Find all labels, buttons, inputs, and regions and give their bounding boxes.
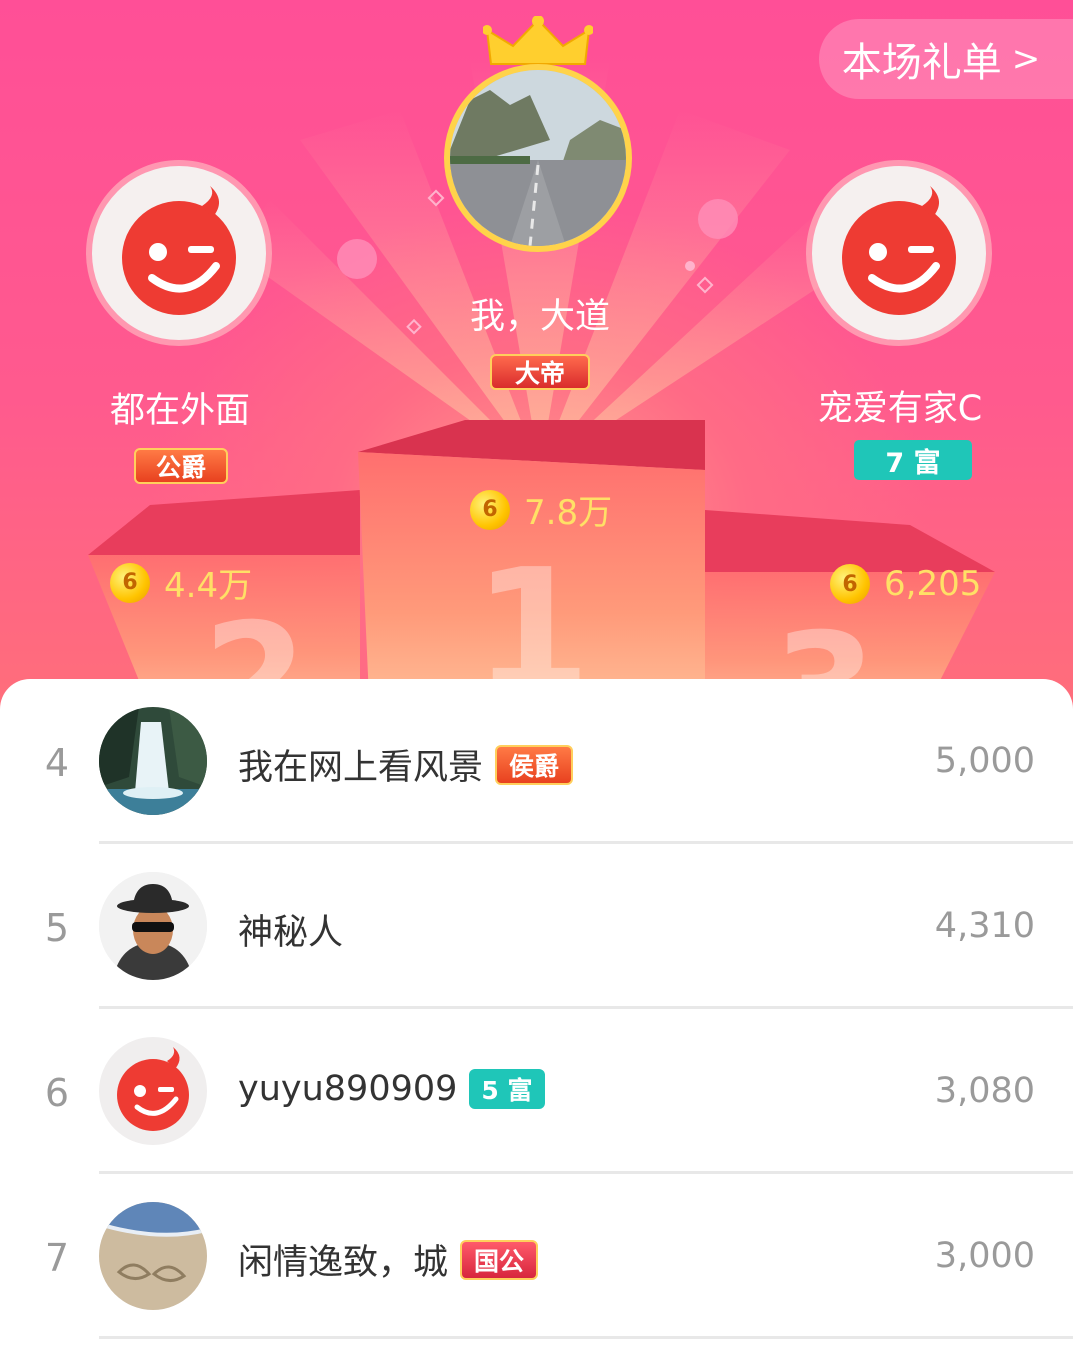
rank3-wealth-badge: 7 富: [854, 440, 972, 480]
rank3-name[interactable]: 宠爱有家C: [790, 380, 1010, 431]
user-name[interactable]: 神秘人: [238, 904, 343, 955]
user-name[interactable]: 闲情逸致，城: [238, 1234, 448, 1285]
user-name[interactable]: yuyu890909: [238, 1069, 457, 1109]
wink-face-icon: [122, 186, 236, 315]
default-wink-avatar[interactable]: [99, 1037, 207, 1145]
list-item[interactable]: 7 闲情逸致，城 国公 3,000: [0, 1174, 1073, 1339]
rank1-title-badge: 大帝: [490, 354, 590, 390]
mystery-man-avatar[interactable]: [99, 872, 207, 980]
ranking-list: 4 我在网上看风景 侯爵 5,000 5 神秘人 4,310 6 yuyu890…: [0, 679, 1073, 1348]
rank3-coin-amount: 6 6,205: [830, 564, 981, 604]
rank-number: 7: [44, 1236, 70, 1280]
rank3-amount: 6,205: [884, 564, 982, 604]
rank1-coin-amount: 6 7.8万: [470, 485, 612, 534]
list-item[interactable]: 4 我在网上看风景 侯爵 5,000: [0, 679, 1073, 844]
divider: [99, 1336, 1073, 1339]
contribution-score: 5,000: [934, 741, 1035, 781]
rank1-amount: 7.8万: [524, 493, 613, 533]
noble-title-badge: 国公: [460, 1239, 539, 1280]
contribution-score: 4,310: [934, 906, 1035, 946]
gift-list-label: 本场礼单: [841, 40, 1002, 86]
chevron-right-icon: >: [1011, 39, 1041, 79]
rank2-coin-amount: 6 4.4万: [110, 558, 252, 607]
contribution-score: 3,080: [934, 1071, 1035, 1111]
sand-writing-avatar[interactable]: [99, 1202, 207, 1310]
list-item[interactable]: 5 神秘人 4,310: [0, 844, 1073, 1009]
rank1-name[interactable]: 我，大道: [440, 288, 640, 339]
coin-icon: 6: [470, 489, 510, 530]
rank-number: 5: [44, 906, 70, 950]
road-landscape-image: [450, 70, 626, 246]
top-ranking-hero: 1 2 3 本场礼单 > 我，大道 都在外面 宠爱有家C 大帝 公爵 7 富 6…: [0, 0, 1073, 720]
coin-icon: 6: [110, 562, 150, 603]
user-name[interactable]: 我在网上看风景: [238, 739, 483, 790]
contribution-score: 3,000: [934, 1236, 1035, 1276]
gift-list-button[interactable]: 本场礼单 >: [819, 19, 1073, 99]
rank1-avatar[interactable]: [444, 64, 632, 252]
rank2-amount: 4.4万: [164, 566, 253, 606]
list-item[interactable]: 6 yuyu890909 5 富 3,080: [0, 1009, 1073, 1174]
rank3-avatar[interactable]: [812, 166, 986, 340]
coin-icon: 6: [830, 564, 870, 604]
rank2-title-badge: 公爵: [134, 448, 228, 484]
rank-number: 6: [44, 1071, 70, 1115]
rank-number: 4: [44, 741, 70, 785]
waterfall-avatar[interactable]: [99, 707, 207, 815]
noble-title-badge: 侯爵: [495, 744, 574, 785]
rank2-avatar[interactable]: [92, 166, 266, 340]
crown-icon: [483, 16, 593, 65]
wealth-level-badge: 5 富: [469, 1069, 545, 1109]
wink-face-icon: [842, 186, 956, 315]
rank2-name[interactable]: 都在外面: [80, 382, 280, 433]
